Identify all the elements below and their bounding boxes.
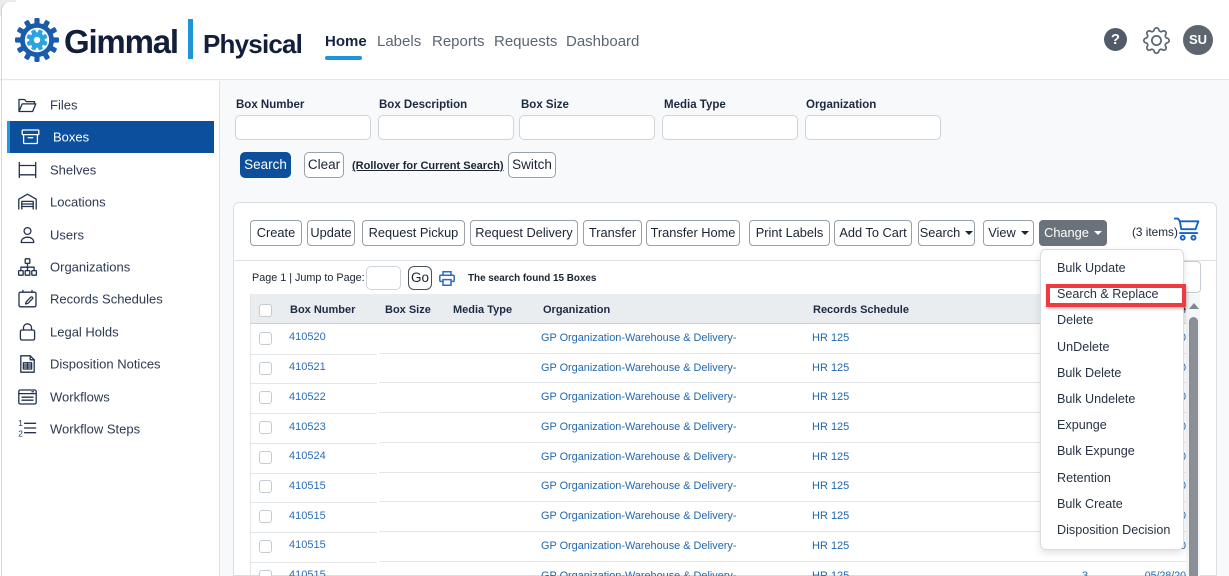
svg-text:2: 2 <box>18 429 23 439</box>
svg-text:1: 1 <box>18 418 23 428</box>
